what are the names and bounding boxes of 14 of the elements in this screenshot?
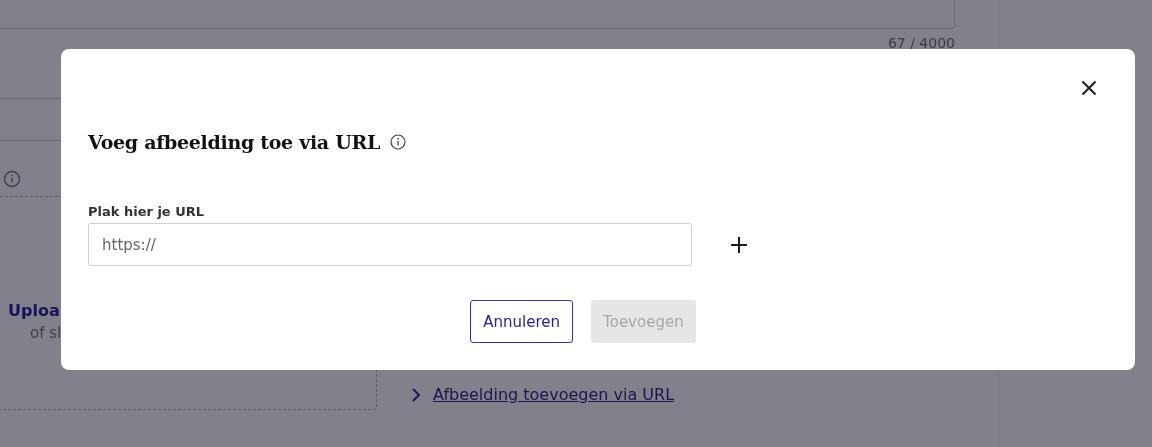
cancel-button[interactable]: Annuleren xyxy=(470,300,574,343)
upload-subtitle: of sl xyxy=(30,324,63,342)
add-button[interactable] xyxy=(730,235,748,254)
upload-title: Uploa xyxy=(8,301,61,320)
add-image-url-link[interactable]: Afbeelding toevoegen via URL xyxy=(433,385,675,404)
plus-icon xyxy=(730,235,748,254)
field-label: Plak hier je URL xyxy=(88,204,205,219)
character-counter: 67 / 4000 xyxy=(887,35,955,51)
info-icon[interactable] xyxy=(390,134,406,150)
close-button[interactable] xyxy=(1079,78,1099,98)
dialog-title: Voeg afbeelding toe via URL xyxy=(88,131,380,153)
chevron-right-icon xyxy=(411,386,421,403)
url-input[interactable]: https:// xyxy=(88,223,692,266)
close-icon xyxy=(1081,80,1097,96)
